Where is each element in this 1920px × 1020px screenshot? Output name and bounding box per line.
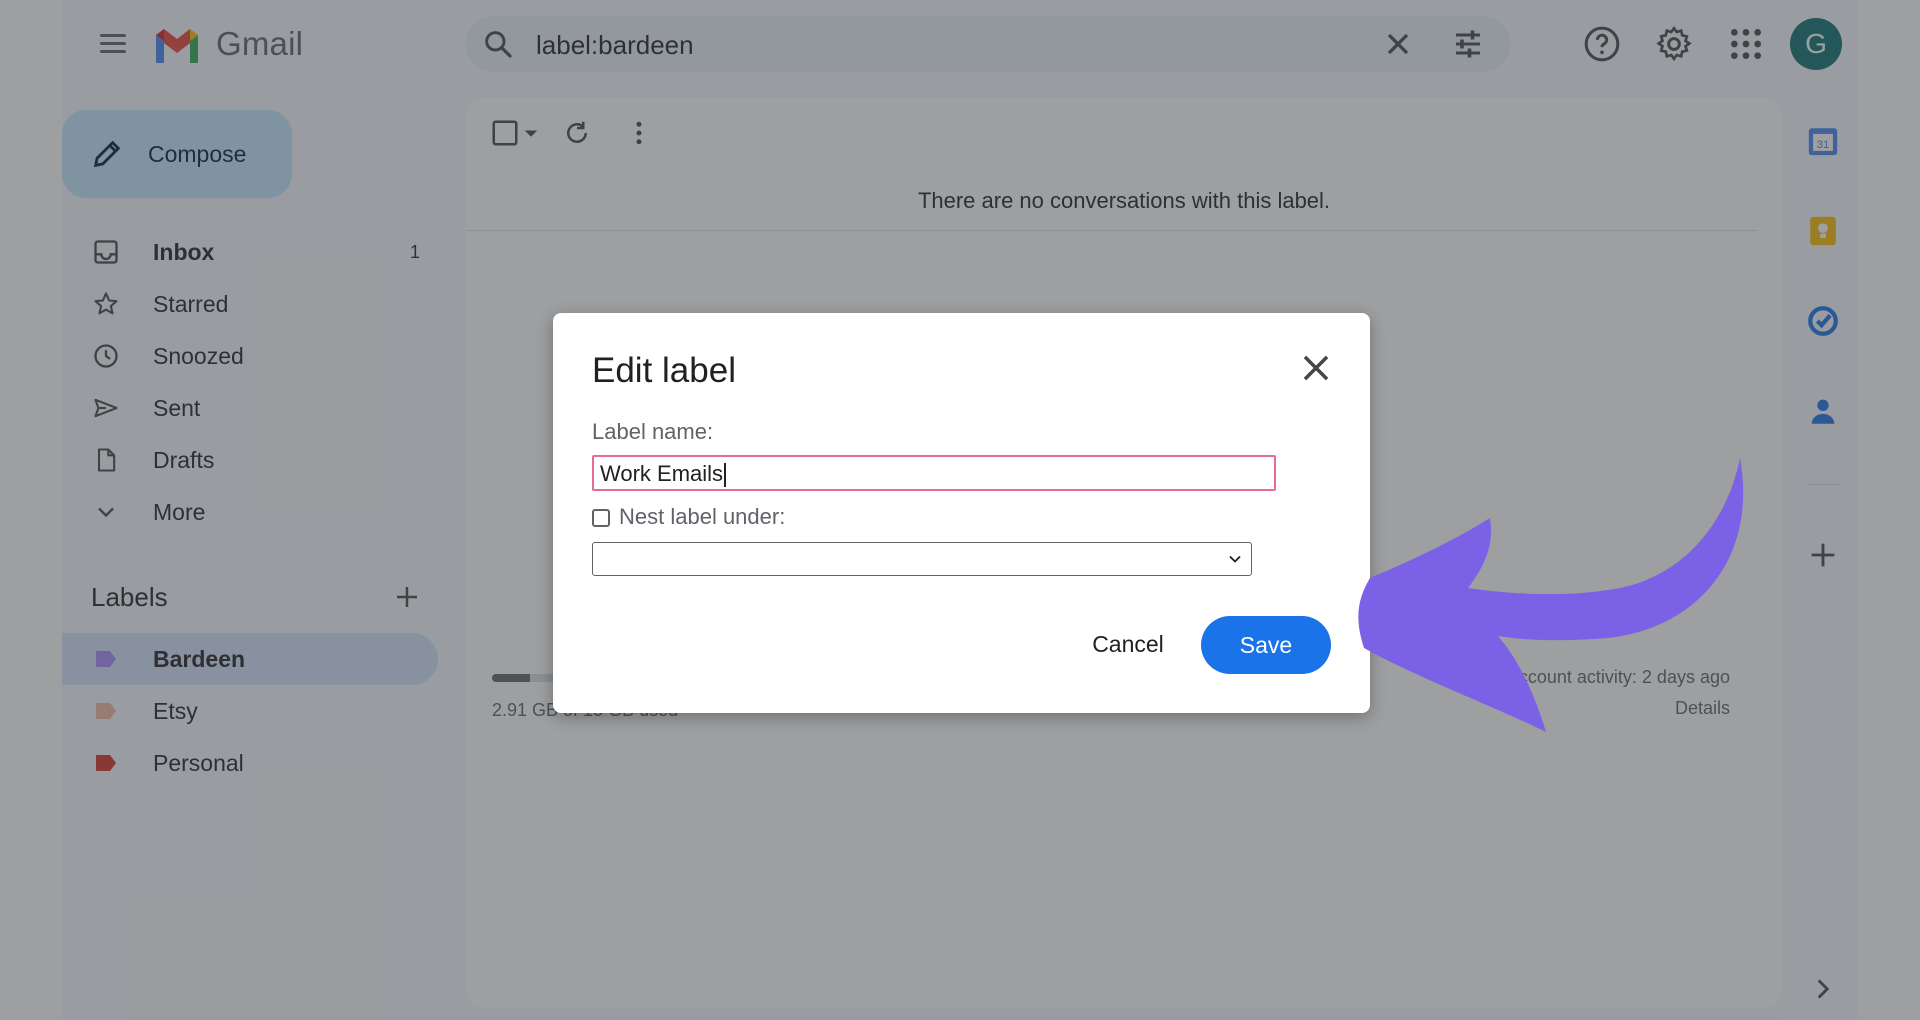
- label-name-input[interactable]: Work Emails: [592, 455, 1276, 491]
- label-name-caption: Label name:: [592, 419, 714, 444]
- text-cursor: [724, 463, 727, 488]
- save-button[interactable]: Save: [1201, 616, 1331, 674]
- nest-label-caption: Nest label under:: [619, 504, 786, 529]
- cancel-button[interactable]: Cancel: [1063, 616, 1193, 672]
- chevron-down-icon: [1229, 555, 1241, 563]
- nest-label-checkbox[interactable]: [592, 509, 610, 527]
- dialog-title: Edit label: [592, 351, 736, 390]
- annotation-arrow-icon: [1358, 458, 1744, 732]
- close-icon[interactable]: [1297, 349, 1335, 387]
- edit-label-dialog: Edit label Label name: Work Emails Nest …: [553, 313, 1370, 713]
- parent-label-select[interactable]: [592, 542, 1252, 576]
- label-name-value: Work Emails: [600, 461, 724, 486]
